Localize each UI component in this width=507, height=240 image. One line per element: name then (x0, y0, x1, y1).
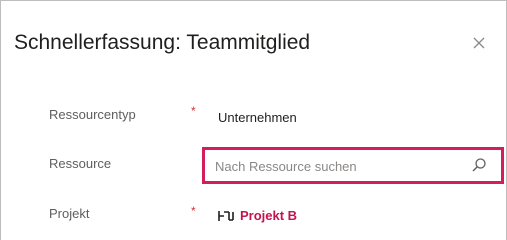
project-link[interactable]: Projekt B (218, 208, 297, 223)
resource-type-required-marker: * (191, 104, 196, 118)
resource-lookup[interactable] (202, 147, 504, 184)
dialog-title: Schnellerfassung: Teammitglied (14, 31, 311, 54)
project-link-label: Projekt B (240, 208, 298, 223)
project-label: Projekt (49, 206, 90, 221)
search-icon[interactable] (471, 157, 487, 173)
quick-create-dialog: Schnellerfassung: Teammitglied Ressource… (0, 0, 507, 240)
project-required-marker: * (191, 204, 196, 218)
project-entity-icon (218, 210, 234, 221)
resource-type-value[interactable]: Unternehmen (218, 110, 297, 125)
close-icon[interactable] (471, 35, 487, 51)
resource-type-label: Ressourcentyp (49, 107, 136, 122)
resource-label: Ressource (49, 156, 112, 171)
resource-search-input[interactable] (215, 157, 445, 175)
